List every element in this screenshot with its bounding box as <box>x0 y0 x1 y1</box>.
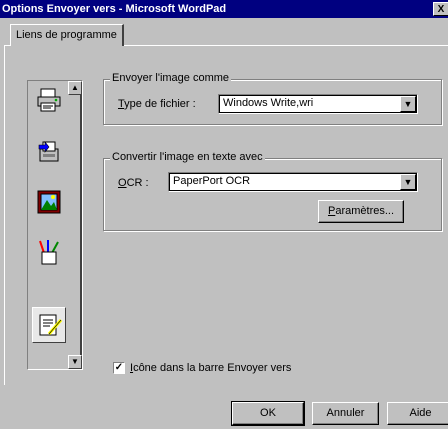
filetype-label: Type de fichier : <box>118 98 196 110</box>
scroll-track[interactable] <box>68 95 82 355</box>
filetype-select[interactable]: Windows Write,wri ▼ <box>218 94 418 114</box>
dialog-window: Options Envoyer vers - Microsoft WordPad… <box>0 0 448 429</box>
icon-list-scrollbar[interactable]: ▲ ▼ <box>68 81 82 369</box>
ocr-legend: Convertir l'image en texte avec <box>110 151 265 163</box>
parametres-button[interactable]: Paramètres... <box>318 200 404 223</box>
title-bar: Options Envoyer vers - Microsoft WordPad… <box>0 0 448 18</box>
window-title: Options Envoyer vers - Microsoft WordPad <box>2 3 227 15</box>
ocr-label: OCR : <box>118 177 149 189</box>
ocr-select[interactable]: PaperPort OCR ▼ <box>168 172 418 192</box>
pencil-cup-icon[interactable] <box>32 235 66 271</box>
program-icon-list[interactable]: ▲ ▼ <box>27 80 83 370</box>
printer-icon[interactable] <box>32 83 66 119</box>
document-pencil-icon[interactable] <box>32 307 66 343</box>
ok-button[interactable]: OK <box>231 401 305 426</box>
filetype-value: Windows Write,wri <box>223 97 314 109</box>
cancel-button[interactable]: Annuler <box>312 402 379 425</box>
tab-liens-de-programme[interactable]: Liens de programme <box>10 24 124 46</box>
sendto-icon-checkbox-label: Icône dans la barre Envoyer vers <box>130 362 292 374</box>
send-image-legend: Envoyer l'image comme <box>110 72 232 84</box>
chevron-down-icon[interactable]: ▼ <box>400 96 416 112</box>
ocr-value: PaperPort OCR <box>173 175 251 187</box>
fax-icon[interactable] <box>32 135 66 171</box>
image-frame-icon[interactable] <box>32 185 66 221</box>
scroll-up-button[interactable]: ▲ <box>68 81 82 95</box>
chevron-down-icon[interactable]: ▼ <box>400 174 416 190</box>
close-button[interactable]: X <box>433 2 448 16</box>
sendto-icon-checkbox[interactable]: ✓ <box>113 362 125 374</box>
scroll-down-button[interactable]: ▼ <box>68 355 82 369</box>
help-button[interactable]: Aide <box>387 402 448 425</box>
